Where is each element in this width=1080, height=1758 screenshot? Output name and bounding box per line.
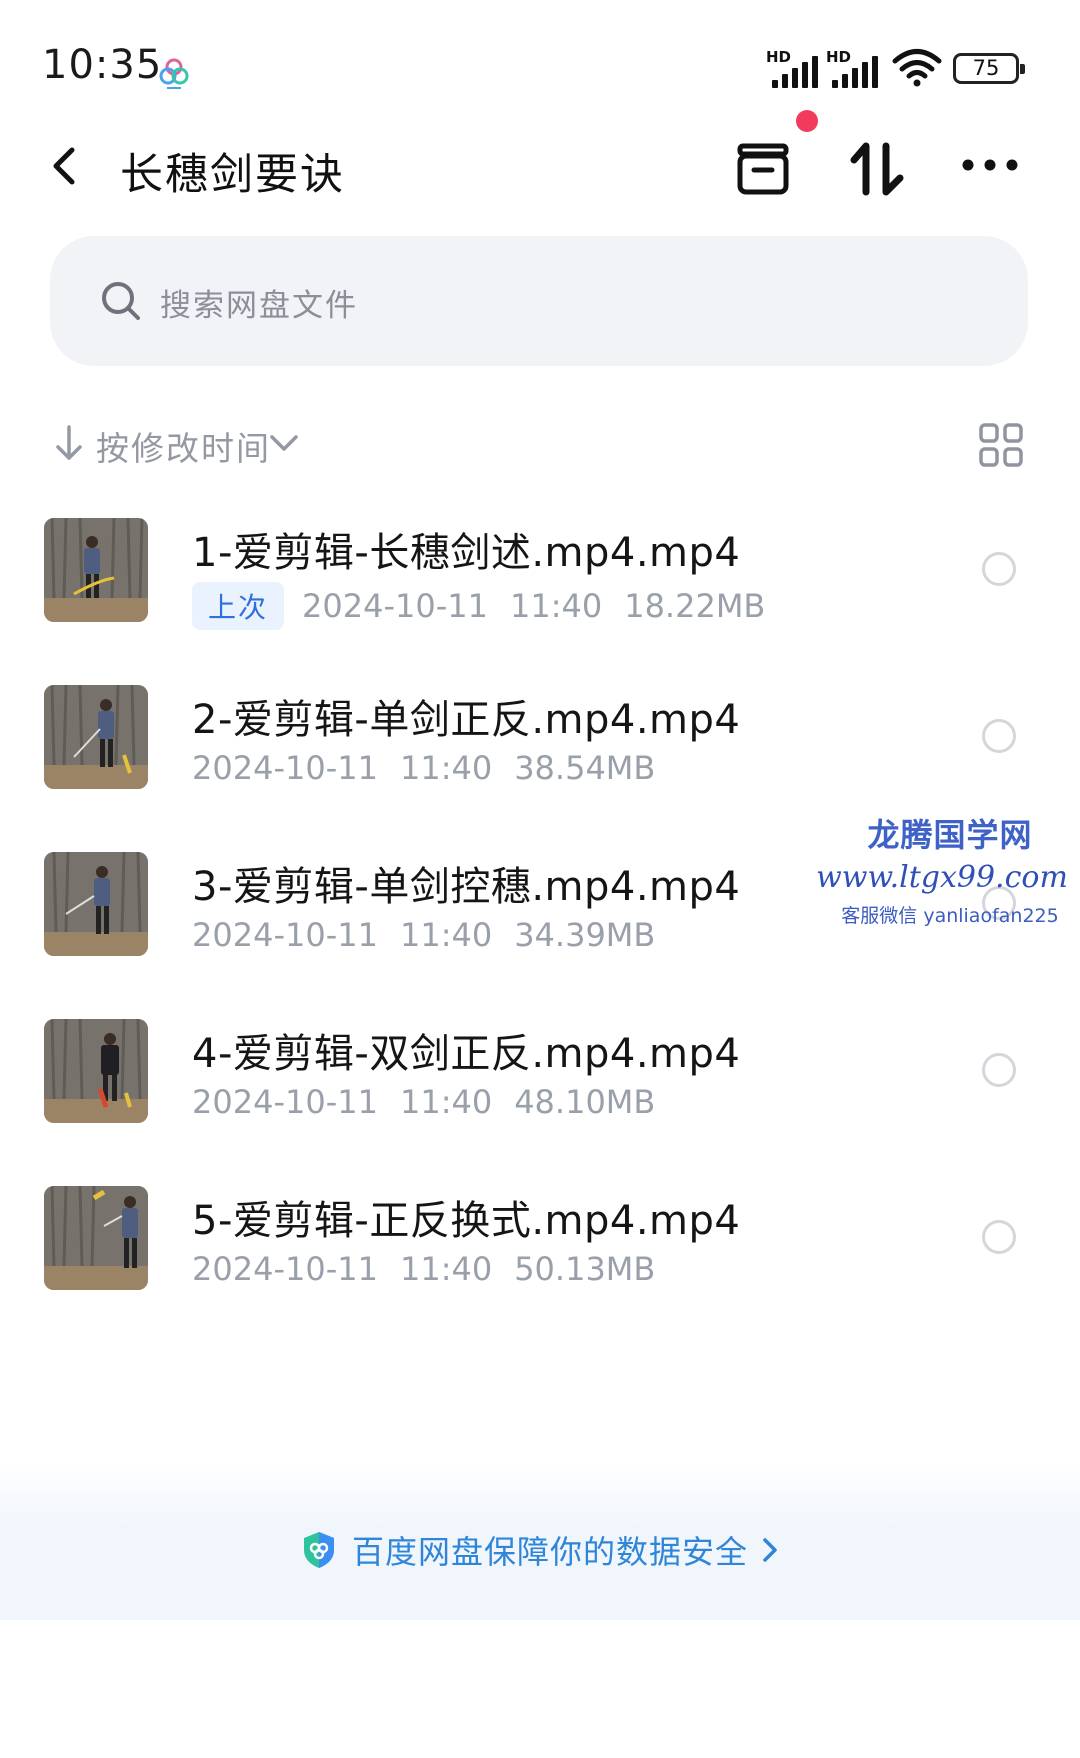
cellular-signal-2-icon: HD [826, 48, 882, 88]
video-thumbnail [44, 1186, 148, 1290]
file-date: 2024-10-11 [192, 1083, 378, 1121]
swap-vertical-icon [850, 142, 904, 196]
cellular-signal-1-icon: HD [766, 48, 822, 88]
file-name: 1-爱剪辑-长穗剑述.mp4.mp4 [192, 530, 741, 576]
select-checkbox[interactable] [982, 552, 1016, 586]
video-thumbnail [44, 518, 148, 622]
file-name: 4-爱剪辑-双剑正反.mp4.mp4 [192, 1031, 741, 1077]
file-time: 11:40 [399, 1083, 493, 1121]
search-icon [100, 280, 142, 322]
file-row[interactable]: 4-爱剪辑-双剑正反.mp4.mp4 2024-10-11 11:40 48.1… [0, 1001, 1080, 1187]
more-options-button[interactable] [958, 145, 1022, 185]
select-checkbox[interactable] [982, 719, 1016, 753]
file-date: 2024-10-11 [192, 916, 378, 954]
chevron-left-icon [53, 147, 75, 185]
file-meta: 2024-10-11 11:40 38.54MB [192, 749, 655, 787]
chevron-down-icon[interactable] [266, 428, 302, 458]
file-row[interactable]: 3-爱剪辑-单剑控穗.mp4.mp4 2024-10-11 11:40 34.3… [0, 834, 1080, 1020]
wifi-icon [892, 48, 942, 88]
file-time: 11:40 [509, 587, 603, 625]
file-meta: 2024-10-11 11:40 48.10MB [192, 1083, 655, 1121]
last-viewed-badge: 上次 [192, 582, 285, 630]
footer-text: 百度网盘保障你的数据安全 [352, 1533, 749, 1571]
grid-view-icon [979, 423, 1023, 467]
notification-dot [796, 110, 818, 132]
grid-view-button[interactable] [978, 422, 1024, 468]
file-time: 11:40 [399, 749, 493, 787]
select-checkbox[interactable] [982, 1053, 1016, 1087]
chevron-right-icon [763, 1538, 777, 1562]
data-security-link[interactable]: 百度网盘保障你的数据安全 [300, 1528, 780, 1572]
file-time: 11:40 [399, 1250, 493, 1288]
shield-icon [304, 1532, 334, 1568]
file-row[interactable]: 1-爱剪辑-长穗剑述.mp4.mp4 上次 2024-10-11 11:40 1… [0, 500, 1080, 686]
file-browser-screen: 10:35 HD HD 75 长穗剑要诀 搜索网盘文件 按修改时间 1-爱剪辑-… [0, 0, 1080, 1758]
battery-indicator: 75 [953, 53, 1025, 84]
file-time: 11:40 [399, 916, 493, 954]
file-size: 34.39MB [514, 916, 656, 954]
file-name: 5-爱剪辑-正反换式.mp4.mp4 [192, 1198, 741, 1244]
file-date: 2024-10-11 [192, 749, 378, 787]
file-name: 3-爱剪辑-单剑控穗.mp4.mp4 [192, 864, 741, 910]
file-date: 2024-10-11 [302, 587, 488, 625]
select-checkbox[interactable] [982, 886, 1016, 920]
file-size: 18.22MB [624, 587, 766, 625]
sort-by-modified-time-button[interactable]: 按修改时间 [96, 422, 271, 470]
file-name: 2-爱剪辑-单剑正反.mp4.mp4 [192, 697, 741, 743]
status-time: 10:35 [42, 42, 163, 88]
video-thumbnail [44, 852, 148, 956]
file-meta: 2024-10-11 11:40 34.39MB [192, 916, 655, 954]
file-date: 2024-10-11 [192, 1250, 378, 1288]
search-box[interactable]: 搜索网盘文件 [50, 236, 1028, 366]
status-bar: 10:35 HD HD 75 [0, 0, 1080, 120]
transfer-list-button[interactable] [730, 136, 796, 202]
back-button[interactable] [40, 138, 92, 194]
sort-order-button[interactable] [846, 138, 908, 200]
more-dots-icon [962, 159, 1018, 171]
file-meta: 上次 2024-10-11 11:40 18.22MB [192, 582, 765, 630]
file-row[interactable]: 2-爱剪辑-单剑正反.mp4.mp4 2024-10-11 11:40 38.5… [0, 667, 1080, 853]
select-checkbox[interactable] [982, 1220, 1016, 1254]
search-input[interactable]: 搜索网盘文件 [160, 280, 358, 325]
cloud-app-icon [158, 56, 190, 90]
file-meta: 2024-10-11 11:40 50.13MB [192, 1250, 655, 1288]
inbox-icon [737, 143, 789, 195]
file-row[interactable]: 5-爱剪辑-正反换式.mp4.mp4 2024-10-11 11:40 50.1… [0, 1168, 1080, 1354]
video-thumbnail [44, 1019, 148, 1123]
file-size: 48.10MB [514, 1083, 656, 1121]
file-size: 50.13MB [514, 1250, 656, 1288]
video-thumbnail [44, 685, 148, 789]
arrow-down-icon [54, 424, 84, 462]
file-size: 38.54MB [514, 749, 656, 787]
page-title: 长穗剑要诀 [120, 150, 345, 200]
